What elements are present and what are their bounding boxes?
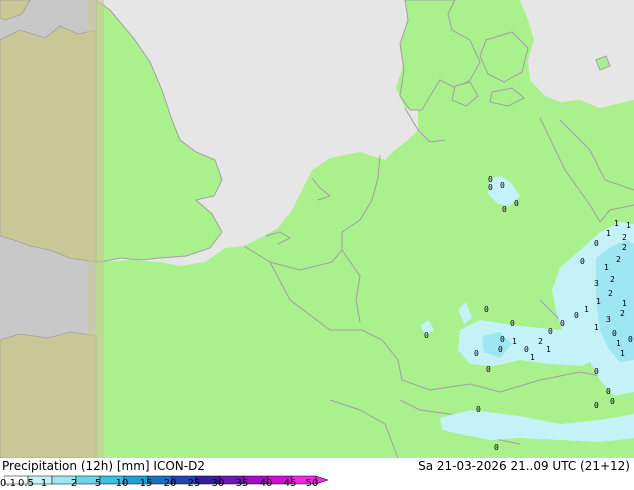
precip-value-label: 1 [614, 219, 619, 228]
precip-value-label: 0 [498, 345, 503, 354]
precip-value-label: 1 [616, 339, 621, 348]
colorbar-tick-label: 15 [139, 478, 153, 489]
precip-value-label: 0 [424, 331, 429, 340]
precip-value-label: 1 [606, 229, 611, 238]
colorbar-tick-label: 40 [259, 478, 273, 489]
precip-value-label: 2 [610, 275, 615, 284]
colorbar-tick-label: 2 [70, 478, 78, 489]
precip-value-label: 1 [546, 345, 551, 354]
colorbar-tick-label: 0.5 [18, 478, 34, 489]
colorbar-tick-label: 35 [235, 478, 249, 489]
precip-value-label: 0 [548, 327, 553, 336]
colorbar-tick-label: 20 [163, 478, 177, 489]
legend-title: Precipitation (12h) [mm] ICON-D2 [2, 459, 205, 473]
precip-value-label: 0 [628, 335, 633, 344]
precip-value-label: 0 [524, 345, 529, 354]
domain-edge-strip [88, 0, 104, 458]
precip-value-label: 0 [594, 367, 599, 376]
colorbar-tick-label: 5 [94, 478, 102, 489]
valid-time: Sa 21-03-2026 21..09 UTC (21+12) [418, 459, 630, 473]
precip-value-label: 0 [510, 319, 515, 328]
precip-value-label: 0 [488, 183, 493, 192]
precip-value-label: 0 [580, 257, 585, 266]
precip-value-label: 2 [622, 243, 627, 252]
precip-value-label: 0 [514, 199, 519, 208]
precip-value-label: 1 [622, 299, 627, 308]
precip-value-label: 1 [596, 297, 601, 306]
precip-value-label: 2 [608, 289, 613, 298]
precip-value-label: 1 [584, 305, 589, 314]
precip-value-label: 0 [476, 405, 481, 414]
colorbar-tick-label: 1 [40, 478, 48, 489]
precip-value-label: 0 [500, 181, 505, 190]
precip-value-label: 3 [606, 315, 611, 324]
precip-value-label: 0 [494, 443, 499, 452]
precip-value-label: 0 [484, 305, 489, 314]
colorbar-tick-label: 0.1 [0, 478, 16, 489]
precip-value-label: 2 [538, 337, 543, 346]
precip-value-label: 1 [620, 349, 625, 358]
precip-value-label: 0 [594, 401, 599, 410]
precip-value-label: 0 [560, 319, 565, 328]
weather-map: 0000011222123211123101110000000102010100… [0, 0, 634, 458]
footer: Precipitation (12h) [mm] ICON-D2 Sa 21-0… [0, 458, 634, 490]
precip-value-label: 0 [574, 311, 579, 320]
colorbar-tick-label: 25 [187, 478, 201, 489]
precip-value-label: 0 [486, 365, 491, 374]
land-outside-brittany [0, 331, 97, 458]
colorbar-tick-label: 50 [305, 478, 319, 489]
precip-value-label: 1 [512, 337, 517, 346]
land-outside-wales [0, 25, 97, 263]
precip-value-label: 3 [594, 279, 599, 288]
precip-value-label: 0 [594, 239, 599, 248]
precip-value-label: 2 [616, 255, 621, 264]
colorbar-tick-label: 10 [115, 478, 129, 489]
precip-value-label: 1 [604, 263, 609, 272]
precip-value-label: 1 [530, 353, 535, 362]
precip-value-label: 0 [474, 349, 479, 358]
precip-value-label: 0 [612, 329, 617, 338]
precip-value-label: 0 [606, 387, 611, 396]
precip-value-label: 0 [610, 397, 615, 406]
precip-value-label: 1 [626, 221, 631, 230]
precip-value-label: 1 [594, 323, 599, 332]
colorbar-tick-label: 45 [283, 478, 297, 489]
colorbar-tick-label: 30 [211, 478, 225, 489]
precip-value-label: 0 [500, 335, 505, 344]
precip-value-label: 2 [622, 233, 627, 242]
precip-value-label: 0 [502, 205, 507, 214]
precip-value-label: 2 [620, 309, 625, 318]
